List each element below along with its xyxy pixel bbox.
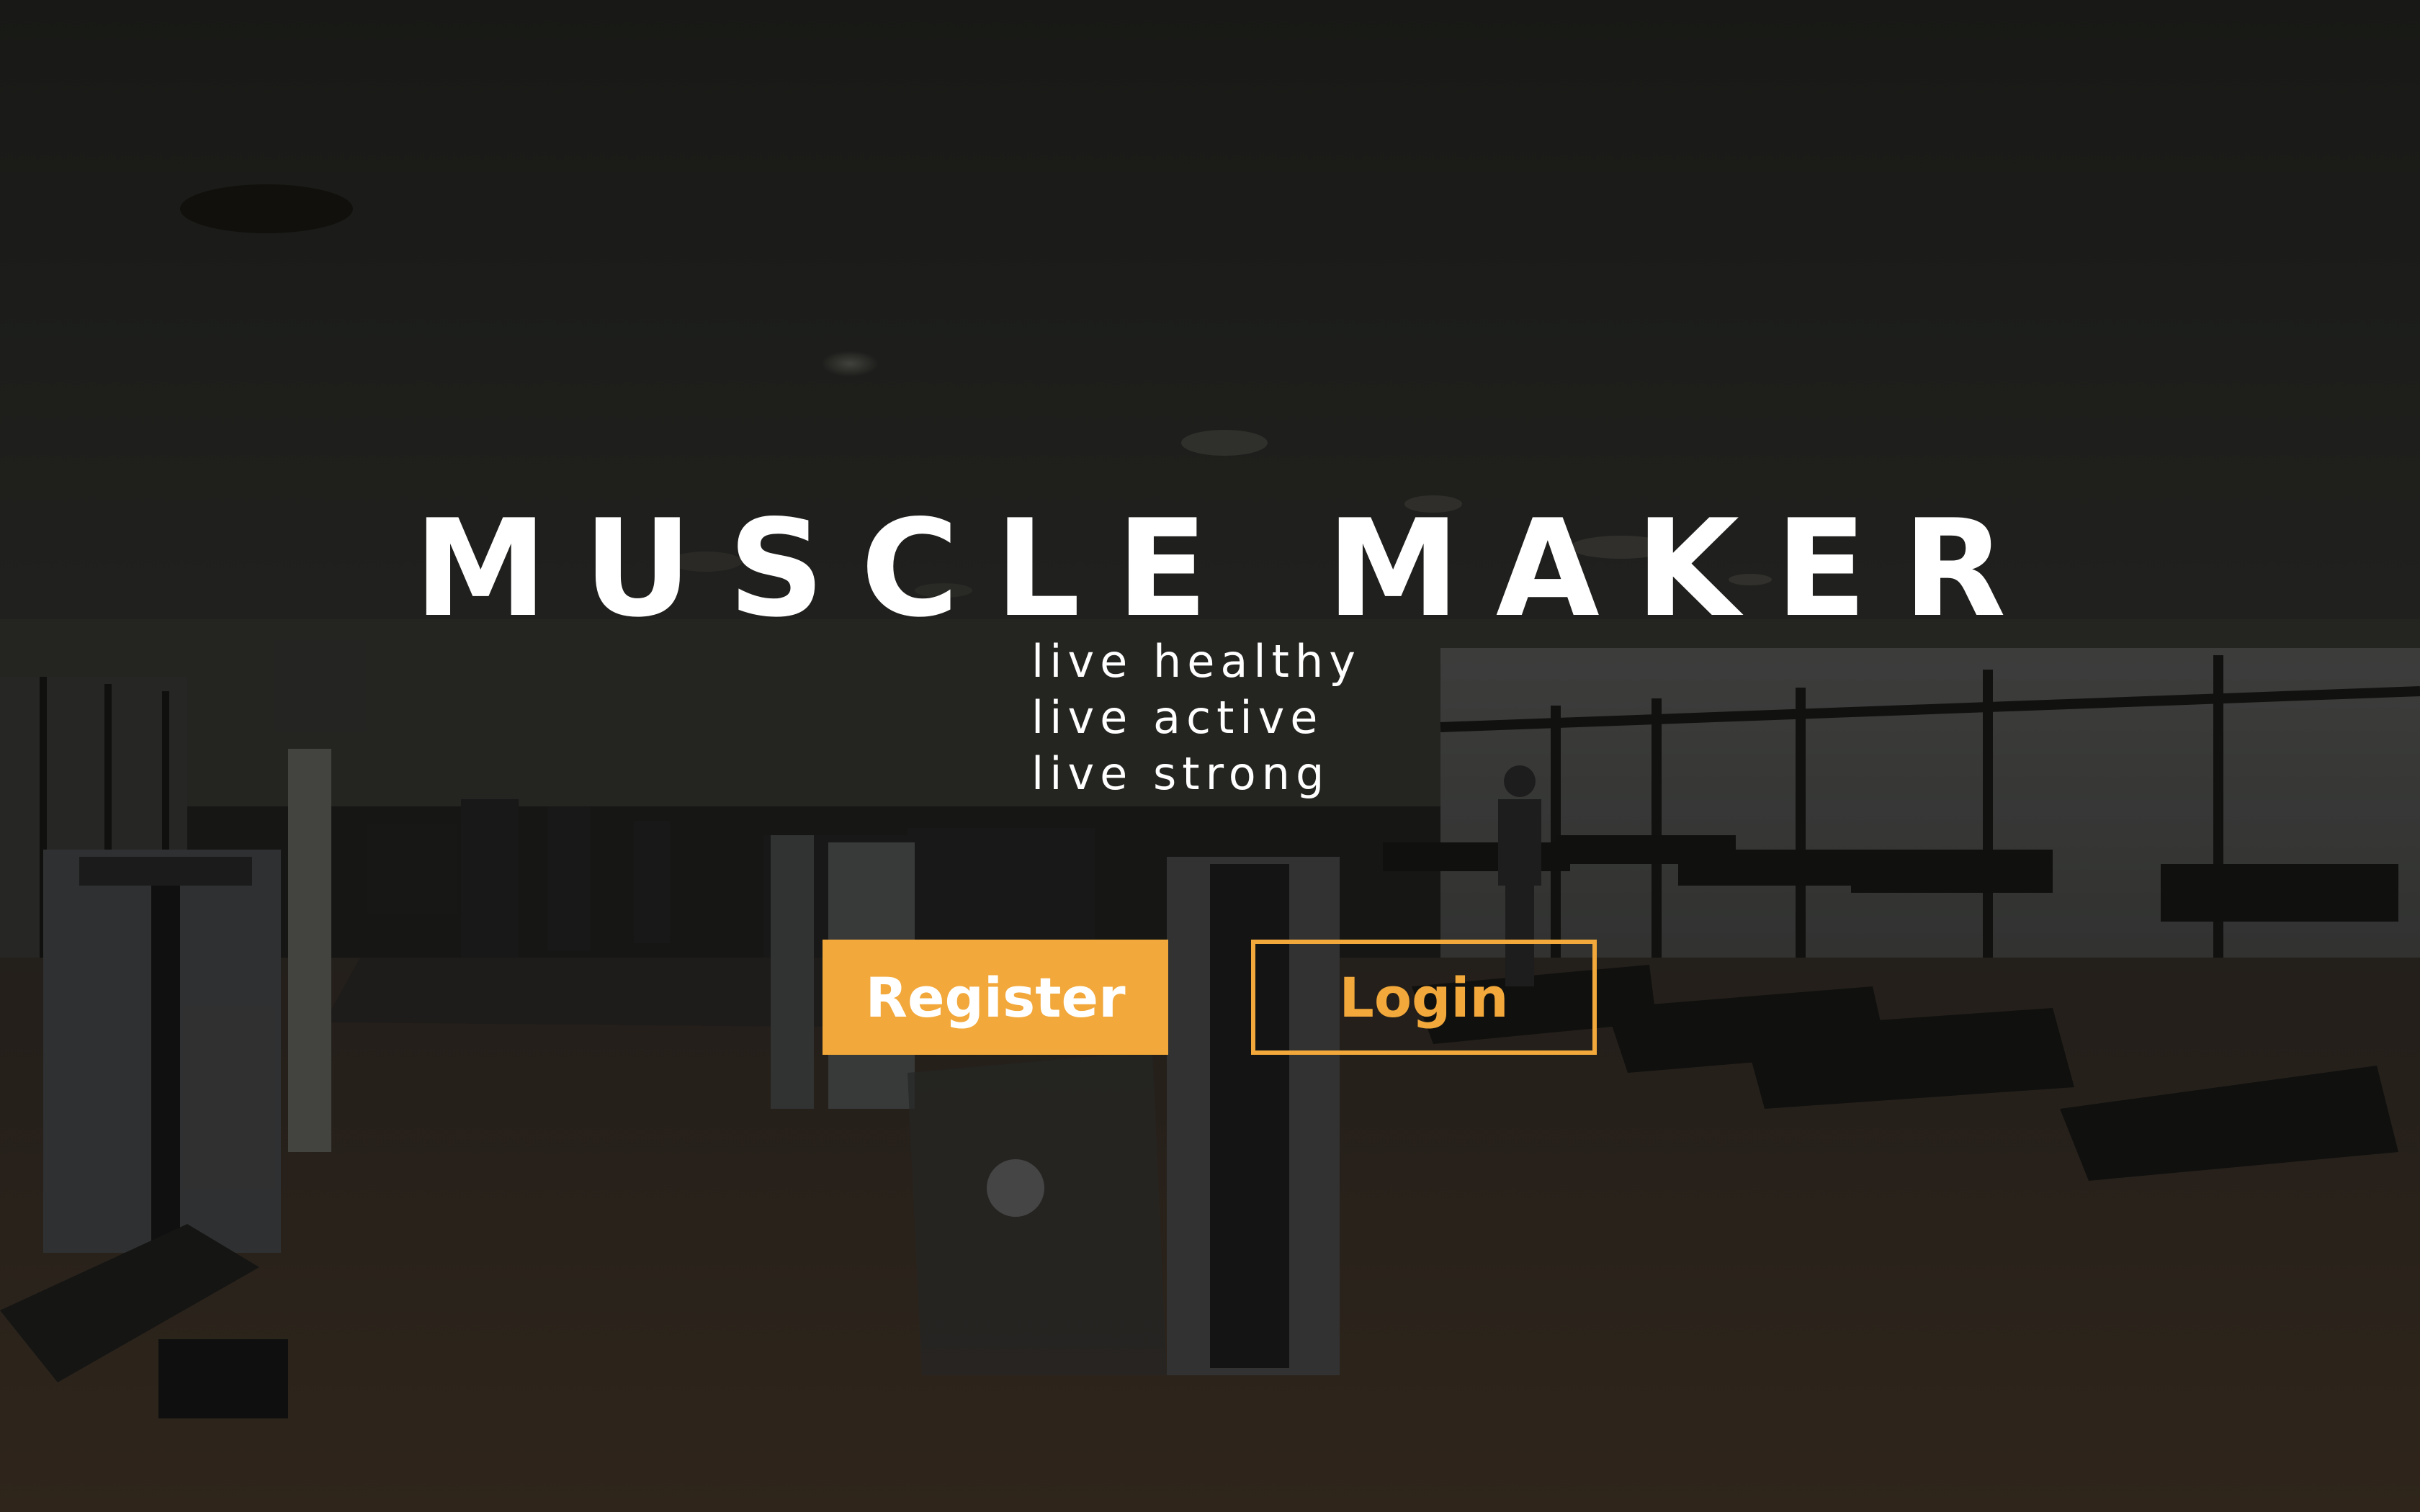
app-title: MUSCLE MAKER: [413, 490, 2043, 647]
tagline-line: live active: [1031, 691, 1324, 744]
tagline-line: live strong: [1031, 747, 1330, 800]
tagline: live healthy live active live strong: [1031, 634, 1361, 802]
tagline-line: live healthy: [1031, 635, 1361, 688]
login-button[interactable]: Login: [1251, 940, 1597, 1055]
landing-page: MUSCLE MAKER live healthy live active li…: [0, 0, 2420, 1512]
register-button[interactable]: Register: [823, 940, 1168, 1055]
